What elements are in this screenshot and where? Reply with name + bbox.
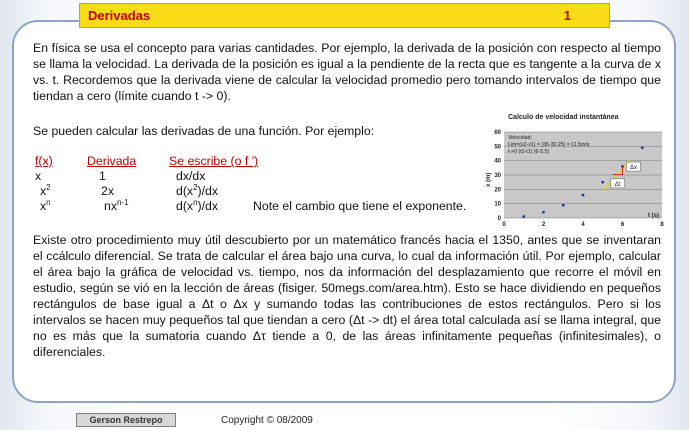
table-row: x 1 dx/dx: [33, 169, 466, 184]
cell-fx: x2: [40, 182, 51, 198]
y-tick-label: 50: [494, 144, 501, 150]
cell-notation: d(xn)/dx: [176, 197, 219, 213]
page-number: 1: [563, 8, 571, 23]
copyright-text: Copyright © 08/2009: [221, 415, 313, 426]
y-tick-label: 40: [494, 159, 501, 165]
author-badge: Gerson Restrepo: [76, 413, 176, 427]
data-point: [640, 146, 644, 150]
cell-fx: x: [35, 169, 42, 183]
derivatives-table: f(x) Derivada Se escribe (o f ') x 1 dx/…: [33, 154, 466, 214]
table-header-row: f(x) Derivada Se escribe (o f '): [33, 154, 466, 169]
cell-note: Note el cambio que tiene el exponente.: [253, 199, 467, 213]
y-tick-label: 30: [494, 173, 501, 179]
cell-derivative: 1: [99, 169, 106, 183]
x-tick-label: 8: [660, 222, 664, 228]
velocity-annotation: Velocidad:: [508, 135, 532, 141]
data-point: [542, 210, 545, 214]
cell-derivative: 2x: [101, 184, 114, 198]
x-tick-label: 4: [581, 222, 585, 228]
header-fx: f(x): [35, 154, 53, 168]
y-tick-label: 60: [494, 130, 501, 136]
x-tick-label: 6: [621, 222, 625, 228]
integral-paragraph: Existe otro procedimiento muy útil descu…: [33, 233, 661, 359]
header-derivative: Derivada: [87, 154, 137, 168]
cell-notation: dx/dx: [176, 169, 206, 183]
table-row: xn nxn-1 d(xn)/dx Note el cambio que tie…: [33, 197, 467, 214]
y-tick-label: 10: [494, 202, 501, 208]
velocity-chart-svg: Calculo de velocidad instantánea 0102030…: [486, 114, 664, 228]
delta-x-label: Δx: [630, 165, 637, 171]
y-tick-label: 0: [498, 216, 502, 222]
header-notation: Se escribe (o f '): [169, 154, 259, 168]
delta-t-label: Δt: [615, 182, 621, 188]
velocity-annotation: Lim=(x2-x1) = (36-30.25) = 11.5m/s: [508, 142, 590, 148]
data-point: [561, 203, 565, 207]
velocity-chart: Calculo de velocidad instantánea 0 10 20 30…: [478, 110, 678, 232]
cell-fx: xn: [40, 197, 51, 213]
page-title: Derivadas: [88, 8, 151, 23]
data-point: [522, 215, 526, 218]
y-axis-label: x (m): [486, 173, 492, 187]
x-tick-label: 2: [542, 222, 546, 228]
intro-paragraph: En física se usa el concepto para varias…: [33, 41, 661, 103]
chart-title: Calculo de velocidad instantánea: [508, 114, 619, 121]
data-point: [601, 180, 605, 184]
y-tick-label: 20: [494, 187, 501, 193]
title-bar: Derivadas 1: [79, 3, 610, 28]
cell-notation: d(x2)/dx: [176, 182, 219, 198]
table-row: x2 2x d(x2)/dx: [33, 182, 466, 199]
x-tick-label: 0: [502, 222, 506, 228]
velocity-annotation: t->0 (t2-t1) (6-5.5): [508, 149, 549, 155]
x-axis-label: t (s): [648, 213, 659, 219]
data-point: [581, 193, 585, 197]
cell-derivative: nxn-1: [104, 197, 129, 213]
